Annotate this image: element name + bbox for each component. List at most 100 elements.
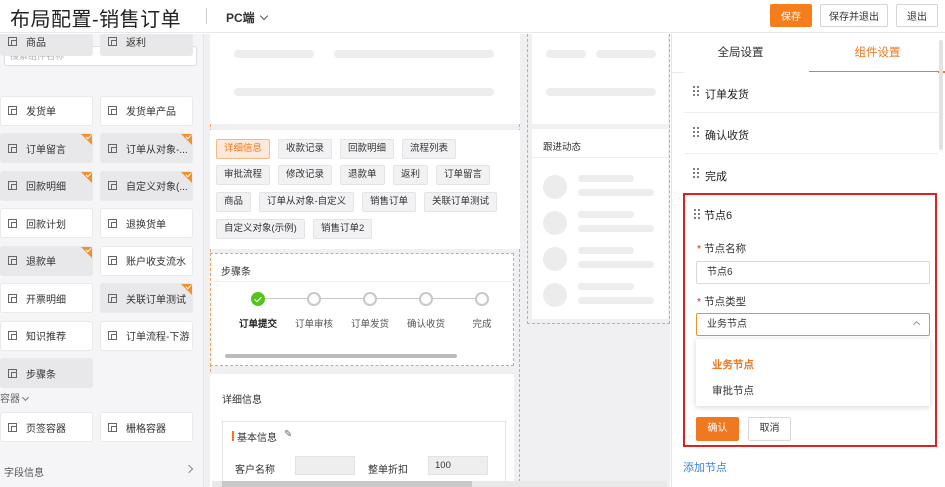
component-item[interactable]: 发货单产品 bbox=[100, 95, 193, 126]
container-label: 页签容器 bbox=[26, 423, 66, 435]
component-item[interactable]: 知识推荐 bbox=[0, 320, 93, 351]
save-and-exit-button[interactable]: 保存并退出 bbox=[820, 4, 888, 27]
cancel-button[interactable]: 取消 bbox=[748, 417, 791, 441]
add-node-link[interactable]: 添加节点 bbox=[683, 459, 727, 475]
required-mark: * bbox=[697, 296, 702, 308]
added-badge-icon bbox=[81, 246, 92, 258]
component-item[interactable]: 步骤条 bbox=[0, 358, 93, 388]
component-item[interactable]: 订单留言 bbox=[0, 133, 93, 163]
canvas-tab[interactable]: 销售订单2 bbox=[313, 219, 373, 239]
component-label: 订单留言 bbox=[26, 144, 66, 156]
component-item[interactable]: 退换货单 bbox=[100, 208, 193, 238]
canvas-tab[interactable]: 自定义对象(示例) bbox=[216, 219, 305, 239]
component-item[interactable]: 账户收支流水 bbox=[100, 245, 193, 276]
steps-scrollbar[interactable] bbox=[225, 354, 457, 358]
component-label: 订单从对象-... bbox=[126, 144, 188, 156]
basic-info-group: 基本信息 ✎ 客户名称 整单折扣 100 bbox=[222, 421, 506, 487]
node-type-value: 业务节点 bbox=[707, 319, 747, 330]
field-info-label: 字段信息 bbox=[4, 468, 44, 479]
node-title: 节点6 bbox=[704, 210, 733, 222]
step-dot[interactable] bbox=[363, 292, 377, 306]
step-node-item[interactable]: 订单发货 bbox=[684, 72, 938, 113]
canvas-tab[interactable]: 返利 bbox=[393, 165, 429, 185]
component-icon bbox=[108, 218, 117, 228]
node-name-label: * 节点名称 bbox=[697, 241, 746, 256]
component-item[interactable]: 回款明细 bbox=[0, 170, 93, 201]
chevron-right-icon bbox=[184, 464, 194, 474]
field-label-customer-name: 客户名称 bbox=[235, 465, 275, 476]
node-type-select[interactable]: 业务节点 bbox=[696, 313, 930, 336]
detail-info-card[interactable]: 详细信息 基本信息 ✎ 客户名称 整单折扣 100 bbox=[210, 374, 514, 487]
canvas-tab[interactable]: 销售订单 bbox=[362, 192, 417, 212]
steps-component[interactable]: 步骤条 订单提交 订单审核 订单发货 确认收货 完成 bbox=[210, 253, 514, 366]
drag-handle-icon[interactable] bbox=[693, 168, 699, 179]
canvas-tab[interactable]: 审批流程 bbox=[216, 165, 271, 185]
component-item[interactable]: 发货单 bbox=[0, 95, 93, 126]
step-node-item[interactable]: 确认收货 bbox=[684, 113, 938, 154]
container-item[interactable]: 栅格容器 bbox=[100, 412, 193, 442]
field-info-section[interactable]: 字段信息 bbox=[4, 464, 194, 479]
canvas-tab[interactable]: 订单留言 bbox=[436, 165, 491, 185]
component-item[interactable]: 自定义对象(... bbox=[100, 170, 193, 201]
drag-handle-icon[interactable] bbox=[694, 209, 700, 220]
skeleton-line bbox=[578, 261, 654, 268]
scrollbar-thumb[interactable] bbox=[222, 481, 472, 487]
step-connector bbox=[433, 298, 475, 299]
step-check-icon[interactable] bbox=[251, 292, 265, 306]
tab-component-settings[interactable]: 组件设置 bbox=[809, 34, 945, 73]
canvas-tab[interactable]: 修改记录 bbox=[278, 165, 333, 185]
component-label: 订单流程-下游 bbox=[126, 332, 190, 343]
component-item[interactable]: 订单流程-下游 bbox=[100, 320, 193, 351]
option-approval-node[interactable]: 审批节点 bbox=[712, 383, 754, 398]
settings-scrollbar[interactable] bbox=[939, 40, 943, 150]
canvas-tab[interactable]: 详细信息 bbox=[216, 139, 271, 159]
component-item[interactable]: 回款计划 bbox=[0, 208, 93, 238]
tab-global-settings[interactable]: 全局设置 bbox=[672, 34, 809, 73]
canvas-horizontal-scrollbar[interactable] bbox=[212, 481, 667, 487]
canvas-tab[interactable]: 收款记录 bbox=[278, 139, 333, 159]
canvas-tab[interactable]: 流程列表 bbox=[402, 139, 457, 159]
component-item[interactable]: 开票明细 bbox=[0, 283, 93, 313]
component-label: 退款单 bbox=[26, 257, 56, 268]
step-dot[interactable] bbox=[307, 292, 321, 306]
canvas-tab[interactable]: 退款单 bbox=[340, 165, 385, 185]
save-button[interactable]: 保存 bbox=[770, 4, 812, 27]
container-section-label: 容器 bbox=[0, 394, 20, 405]
container-item[interactable]: 页签容器 bbox=[0, 412, 93, 442]
canvas-tab[interactable]: 商品 bbox=[216, 192, 252, 212]
node-name-label-text: 节点名称 bbox=[704, 243, 747, 255]
component-item[interactable]: 商品 bbox=[0, 34, 93, 56]
avatar-placeholder bbox=[543, 211, 567, 235]
component-item[interactable]: 返利 bbox=[100, 34, 193, 56]
canvas-tab[interactable]: 回款明细 bbox=[340, 139, 395, 159]
component-icon bbox=[8, 106, 17, 115]
drag-handle-icon[interactable] bbox=[693, 127, 699, 138]
canvas-tab[interactable]: 关联订单测试 bbox=[424, 192, 498, 212]
option-business-node[interactable]: 业务节点 bbox=[712, 357, 754, 372]
step-dot[interactable] bbox=[419, 292, 433, 306]
confirm-button[interactable]: 确认 bbox=[696, 417, 739, 441]
platform-select[interactable]: PC端 bbox=[226, 9, 268, 26]
component-icon bbox=[108, 36, 117, 46]
follow-activity-card[interactable]: 跟进动态 bbox=[532, 129, 668, 319]
container-section-header[interactable]: 容器 bbox=[0, 390, 30, 405]
component-item[interactable]: 退款单 bbox=[0, 245, 93, 276]
component-icon bbox=[108, 143, 117, 153]
component-label: 知识推荐 bbox=[26, 332, 66, 343]
component-label: 关联订单测试 bbox=[126, 294, 186, 306]
steps-title: 步骤条 bbox=[221, 267, 251, 278]
canvas-tab[interactable]: 订单从对象-自定义 bbox=[259, 192, 355, 212]
added-badge-icon bbox=[81, 171, 92, 183]
drag-handle-icon[interactable] bbox=[693, 86, 699, 97]
step-node-label: 确认收货 bbox=[705, 130, 749, 142]
step-node-item[interactable]: 完成 bbox=[684, 154, 938, 195]
step-dot[interactable] bbox=[475, 292, 489, 306]
container-icon bbox=[8, 422, 17, 432]
edit-icon[interactable]: ✎ bbox=[284, 429, 292, 440]
node-name-input[interactable]: 节点6 bbox=[696, 261, 930, 284]
exit-button[interactable]: 退出 bbox=[896, 4, 938, 27]
component-item[interactable]: 订单从对象-... bbox=[100, 133, 193, 163]
component-item[interactable]: 关联订单测试 bbox=[100, 283, 193, 313]
field-label-discount: 整单折扣 bbox=[368, 465, 408, 476]
component-icon bbox=[8, 331, 17, 340]
